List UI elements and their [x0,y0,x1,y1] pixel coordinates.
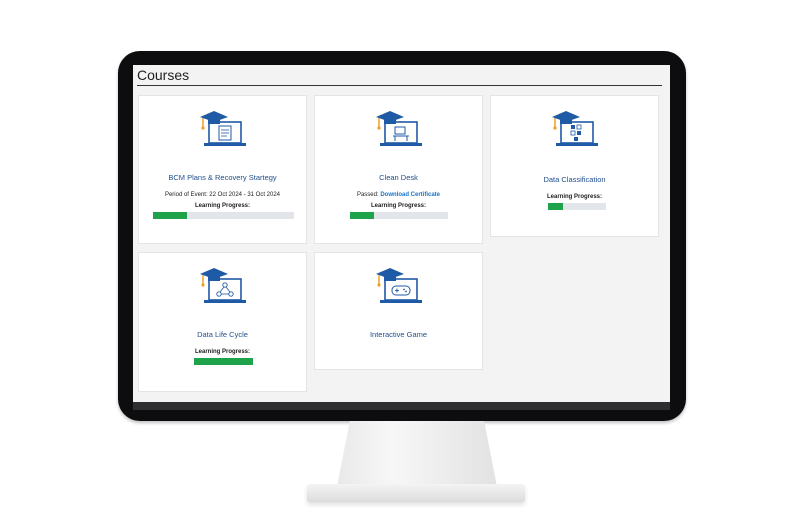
progress-bar [350,212,448,219]
course-card-bcm[interactable]: BCM Plans & Recovery Startegy Period of … [138,95,307,244]
progress-bar [194,358,253,365]
progress-fill [548,203,563,210]
progress-fill [350,212,374,219]
monitor-stand-base [307,484,525,502]
monitor: Courses BCM Plans & Recovery Startegy Pe… [118,51,686,421]
title-divider [137,85,662,86]
course-title[interactable]: BCM Plans & Recovery Startegy [139,173,306,182]
course-title[interactable]: Data Classification [491,175,658,184]
course-card-clean-desk[interactable]: Clean Desk Passed: Download Certificate … [314,95,483,244]
progress-bar [153,212,294,219]
monitor-stand-neck [337,421,497,487]
progress-label: Learning Progress: [194,349,250,355]
desk-laptop-icon [376,111,422,146]
progress-label: Learning Progress: [546,194,602,200]
data-classification-laptop-icon [552,111,598,146]
screen: Courses BCM Plans & Recovery Startegy Pe… [133,65,670,402]
course-passed: Passed: Download Certificate [315,192,482,198]
document-laptop-icon [200,111,246,146]
course-card-data-classification[interactable]: Data Classification Learning Progress: [490,95,659,237]
course-title[interactable]: Data Life Cycle [139,330,306,339]
passed-label: Passed: [356,192,381,198]
course-title[interactable]: Clean Desk [315,173,482,182]
progress-bar [548,203,606,210]
monitor-bezel-bar [133,402,670,410]
progress-label: Learning Progress: [370,203,426,209]
gamepad-laptop-icon [376,268,422,303]
progress-label: Learning Progress: [194,203,250,209]
course-card-interactive-game[interactable]: Interactive Game [314,252,483,370]
lifecycle-laptop-icon [200,268,246,303]
download-certificate-link[interactable]: Download Certificate [380,192,440,198]
course-period: Period of Event: 22 Oct 2024 - 31 Oct 20… [164,192,281,198]
page-title: Courses [137,67,190,83]
course-title[interactable]: Interactive Game [315,330,482,339]
course-card-data-life-cycle[interactable]: Data Life Cycle Learning Progress: [138,252,307,392]
progress-fill [194,358,253,365]
progress-fill [153,212,187,219]
